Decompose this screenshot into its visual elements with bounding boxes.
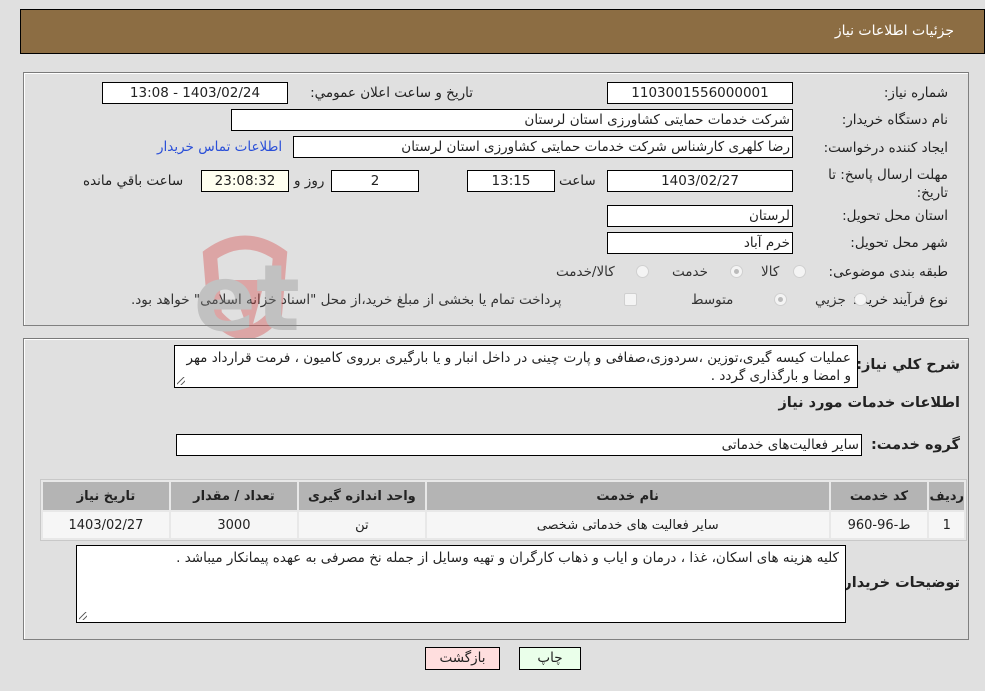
- deadline-label: مهلت ارسال پاسخ: تا تاریخ:: [828, 167, 948, 201]
- category-goods-service-radio[interactable]: [636, 265, 649, 278]
- purchase-type-medium-label: متوسط: [691, 292, 734, 308]
- remaining-days-field[interactable]: 2: [331, 170, 419, 192]
- col-quantity-header: تعداد / مقدار: [170, 482, 297, 510]
- purchase-type-minor-radio[interactable]: [854, 293, 867, 306]
- col-date-header: تاریخ نیاز: [43, 482, 169, 510]
- remaining-label: ساعت باقي مانده: [83, 173, 184, 189]
- need-number-field[interactable]: 1103001556000001: [607, 82, 793, 104]
- buyer-org-label: نام دستگاه خریدار:: [841, 112, 948, 128]
- buyer-notes-textarea[interactable]: کلیه هزینه های اسکان، غذا ، درمان و ایاب…: [76, 545, 846, 623]
- buyer-notes-label: توضیحات خریدار:: [837, 575, 960, 591]
- cell-code: ط-96-960: [830, 512, 928, 538]
- category-service-label: خدمت: [672, 264, 708, 280]
- requester-label: ایجاد کننده درخواست:: [823, 140, 948, 156]
- days-label: روز و: [294, 173, 325, 189]
- resize-grip-icon[interactable]: [79, 612, 87, 620]
- back-button[interactable]: بازگشت: [425, 647, 500, 670]
- requester-field[interactable]: رضا کلهری کارشناس شرکت خدمات حمایتی کشاو…: [293, 136, 793, 158]
- col-unit-header: واحد اندازه گیری: [298, 482, 425, 510]
- category-goods-radio[interactable]: [793, 265, 806, 278]
- cell-quantity: 3000: [170, 512, 297, 538]
- page-title: جزئیات اطلاعات نیاز: [834, 23, 954, 39]
- delivery-city-field[interactable]: خرم آباد: [607, 232, 793, 254]
- announce-datetime-field[interactable]: 1403/02/24 - 13:08: [102, 82, 288, 104]
- print-button[interactable]: چاپ: [519, 647, 581, 670]
- col-code-header: کد خدمت: [830, 482, 928, 510]
- col-name-header: نام خدمت: [426, 482, 829, 510]
- services-panel: شرح کلي نیاز: عملیات کیسه گیری،توزین ،سر…: [23, 338, 969, 640]
- service-group-field[interactable]: سایر فعالیت‌های خدماتی: [176, 434, 862, 456]
- delivery-province-label: استان محل تحویل:: [842, 208, 948, 224]
- col-row-header: ردیف: [929, 482, 964, 510]
- delivery-province-field[interactable]: لرستان: [607, 205, 793, 227]
- services-table: ردیف کد خدمت نام خدمت واحد اندازه گیری ت…: [40, 479, 967, 541]
- deadline-date-field[interactable]: 1403/02/27: [607, 170, 793, 192]
- table-header-row: ردیف کد خدمت نام خدمت واحد اندازه گیری ت…: [43, 482, 964, 510]
- buyer-org-field[interactable]: شرکت خدمات حمایتی کشاورزی استان لرستان: [231, 109, 793, 131]
- deadline-time-label: ساعت: [559, 173, 596, 189]
- description-text: عملیات کیسه گیری،توزین ،سردوزی،صفافی و پ…: [186, 350, 852, 384]
- description-textarea[interactable]: عملیات کیسه گیری،توزین ،سردوزی،صفافی و پ…: [174, 345, 858, 388]
- category-service-radio[interactable]: [730, 265, 743, 278]
- buyer-contact-link[interactable]: اطلاعات تماس خریدار: [157, 139, 282, 155]
- purchase-type-medium-radio[interactable]: [774, 293, 787, 306]
- treasury-note: پرداخت تمام یا بخشی از مبلغ خرید،از محل …: [131, 292, 562, 308]
- buyer-notes-text: کلیه هزینه های اسکان، غذا ، درمان و ایاب…: [176, 550, 839, 566]
- category-label: طبقه بندی موضوعی:: [828, 264, 948, 280]
- cell-row: 1: [929, 512, 964, 538]
- deadline-time-field[interactable]: 13:15: [467, 170, 555, 192]
- purchase-type-minor-label: جزيي: [815, 292, 846, 308]
- table-row: 1 ط-96-960 سایر فعالیت های خدماتی شخصی ت…: [43, 512, 964, 538]
- need-number-label: شماره نیاز:: [883, 85, 948, 101]
- category-goods-label: کالا: [761, 264, 780, 280]
- cell-date: 1403/02/27: [43, 512, 169, 538]
- category-goods-service-label: کالا/خدمت: [556, 264, 615, 280]
- need-details-panel: شماره نیاز: 1103001556000001 تاریخ و ساع…: [23, 72, 969, 326]
- resize-grip-icon[interactable]: [177, 377, 185, 385]
- page-header: جزئیات اطلاعات نیاز: [20, 9, 985, 54]
- description-label: شرح کلي نیاز:: [856, 357, 960, 373]
- delivery-city-label: شهر محل تحویل:: [850, 235, 948, 251]
- service-group-label: گروه خدمت:: [870, 437, 960, 453]
- services-section-title: اطلاعات خدمات مورد نیاز: [778, 395, 960, 411]
- remaining-time-field: 23:08:32: [201, 170, 289, 192]
- treasury-checkbox[interactable]: [624, 293, 637, 306]
- announce-datetime-label: تاریخ و ساعت اعلان عمومي:: [310, 85, 473, 101]
- cell-name: سایر فعالیت های خدماتی شخصی: [426, 512, 829, 538]
- cell-unit: تن: [298, 512, 425, 538]
